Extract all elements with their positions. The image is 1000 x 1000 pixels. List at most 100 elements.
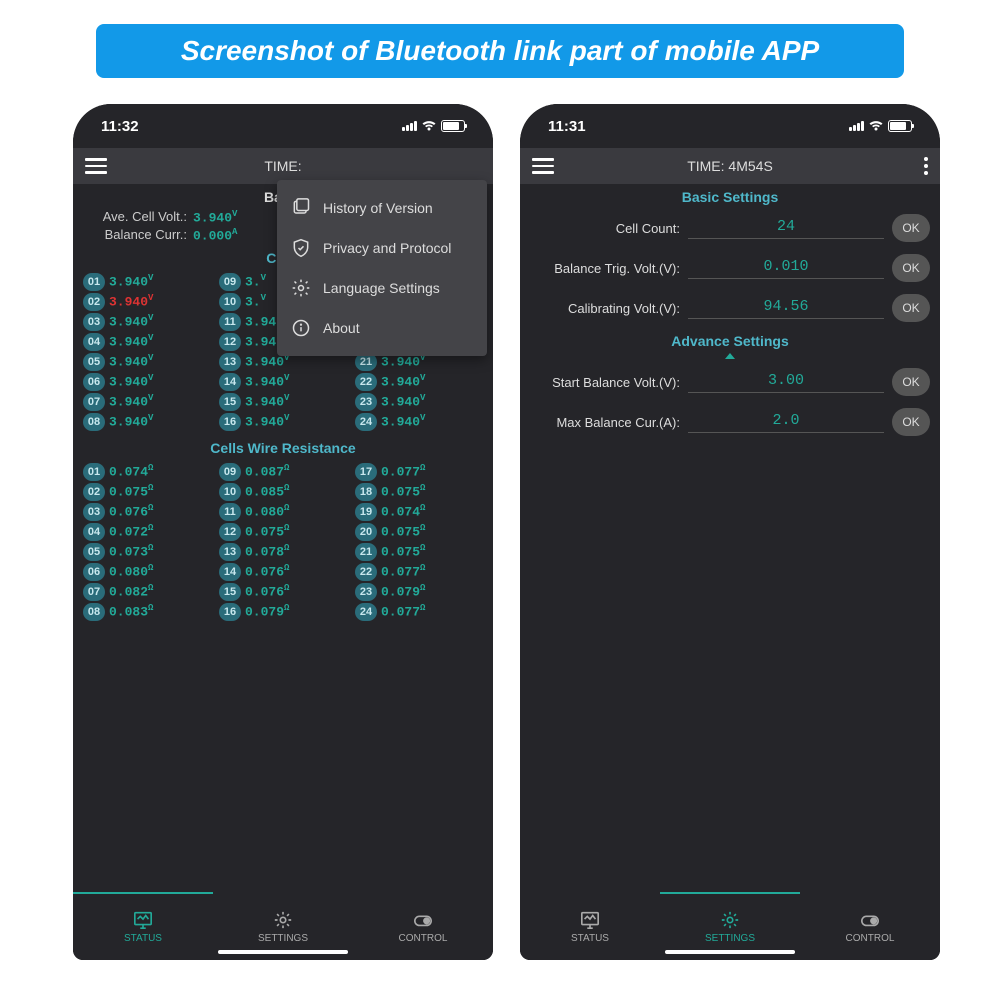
calibrating-volt-label: Calibrating Volt.(V): xyxy=(530,301,680,316)
cell-number-badge: 11 xyxy=(219,313,241,331)
app-header: TIME: 4M54S xyxy=(520,148,940,184)
cell-voltage-item: 243.940V xyxy=(355,413,483,431)
cell-voltage-item: 053.940V xyxy=(83,353,211,371)
menu-icon[interactable] xyxy=(532,158,554,174)
cell-number-badge: 05 xyxy=(83,543,105,561)
settings-icon xyxy=(272,910,294,930)
cell-number-badge: 02 xyxy=(83,483,105,501)
cell-voltage-value: 3.940V xyxy=(245,413,289,429)
max-balance-ok-button[interactable]: OK xyxy=(892,408,930,436)
advance-settings-title[interactable]: Advance Settings xyxy=(520,328,940,352)
chevron-up-icon xyxy=(725,353,735,359)
cell-resistance-value: 0.074Ω xyxy=(109,463,153,479)
cell-count-ok-button[interactable]: OK xyxy=(892,214,930,242)
cell-resistance-item: 230.079Ω xyxy=(355,583,483,601)
cell-number-badge: 19 xyxy=(355,503,377,521)
balance-curr-label: Balance Curr.: xyxy=(83,227,193,243)
cell-resistance-value: 0.077Ω xyxy=(381,463,425,479)
cell-resistance-item: 110.080Ω xyxy=(219,503,347,521)
calibrating-volt-ok-button[interactable]: OK xyxy=(892,294,930,322)
menu-language[interactable]: Language Settings xyxy=(277,268,487,308)
cell-resistance-value: 0.077Ω xyxy=(381,603,425,619)
cell-resistance-item: 040.072Ω xyxy=(83,523,211,541)
nav-status[interactable]: STATUS xyxy=(520,892,660,960)
cell-number-badge: 18 xyxy=(355,483,377,501)
wifi-icon xyxy=(421,120,437,132)
cell-count-input[interactable]: 24 xyxy=(688,218,884,239)
cell-resistance-item: 160.079Ω xyxy=(219,603,347,621)
menu-about[interactable]: About xyxy=(277,308,487,348)
menu-history-label: History of Version xyxy=(323,200,433,216)
cell-number-badge: 14 xyxy=(219,563,241,581)
cell-voltage-value: 3.940V xyxy=(109,273,153,289)
cell-voltage-item: 013.940V xyxy=(83,273,211,291)
nav-status-label: STATUS xyxy=(124,933,162,944)
balance-trig-input[interactable]: 0.010 xyxy=(688,258,884,279)
balance-trig-ok-button[interactable]: OK xyxy=(892,254,930,282)
start-balance-row: Start Balance Volt.(V): 3.00 OK xyxy=(520,362,940,402)
cell-resistance-value: 0.076Ω xyxy=(245,583,289,599)
cell-resistance-item: 060.080Ω xyxy=(83,563,211,581)
home-indicator[interactable] xyxy=(665,950,795,954)
cell-number-badge: 06 xyxy=(83,373,105,391)
app-header: TIME: xyxy=(73,148,493,184)
home-indicator[interactable] xyxy=(218,950,348,954)
cell-number-badge: 15 xyxy=(219,583,241,601)
cell-number-badge: 02 xyxy=(83,293,105,311)
cell-number-badge: 23 xyxy=(355,583,377,601)
menu-history-version[interactable]: History of Version xyxy=(277,188,487,228)
avg-cell-volt-label: Ave. Cell Volt.: xyxy=(83,209,193,225)
start-balance-input[interactable]: 3.00 xyxy=(688,372,884,393)
max-balance-input[interactable]: 2.0 xyxy=(688,412,884,433)
nav-status[interactable]: STATUS xyxy=(73,892,213,960)
nav-control[interactable]: CONTROL xyxy=(353,892,493,960)
cell-resistance-item: 120.075Ω xyxy=(219,523,347,541)
calibrating-volt-input[interactable]: 94.56 xyxy=(688,298,884,319)
cell-resistance-value: 0.074Ω xyxy=(381,503,425,519)
cell-number-badge: 22 xyxy=(355,373,377,391)
dropdown-menu: History of Version Privacy and Protocol … xyxy=(277,180,487,356)
cell-number-badge: 08 xyxy=(83,603,105,621)
cell-voltage-item: 083.940V xyxy=(83,413,211,431)
cell-number-badge: 11 xyxy=(219,503,241,521)
cell-number-badge: 10 xyxy=(219,483,241,501)
settings-icon xyxy=(719,910,741,930)
cell-resistance-item: 020.075Ω xyxy=(83,483,211,501)
cell-voltage-value: 3.940V xyxy=(109,393,153,409)
cell-voltage-value: 3.940V xyxy=(245,373,289,389)
menu-privacy[interactable]: Privacy and Protocol xyxy=(277,228,487,268)
cell-voltage-item: 143.940V xyxy=(219,373,347,391)
cell-number-badge: 12 xyxy=(219,333,241,351)
clock: 11:31 xyxy=(548,118,586,135)
cell-number-badge: 03 xyxy=(83,313,105,331)
cell-number-badge: 17 xyxy=(355,463,377,481)
control-icon xyxy=(412,910,434,930)
header-time-label: TIME: xyxy=(73,158,493,174)
max-balance-row: Max Balance Cur.(A): 2.0 OK xyxy=(520,402,940,442)
cell-resistance-value: 0.075Ω xyxy=(245,523,289,539)
cell-resistance-item: 180.075Ω xyxy=(355,483,483,501)
cell-resistance-value: 0.080Ω xyxy=(109,563,153,579)
cell-resistance-item: 170.077Ω xyxy=(355,463,483,481)
status-icon xyxy=(579,910,601,930)
battery-icon xyxy=(441,120,465,132)
start-balance-ok-button[interactable]: OK xyxy=(892,368,930,396)
cell-voltage-value: 3.940V xyxy=(245,393,289,409)
menu-icon[interactable] xyxy=(85,158,107,174)
status-indicators xyxy=(402,120,465,132)
nav-control[interactable]: CONTROL xyxy=(800,892,940,960)
ios-status-bar: 11:32 xyxy=(73,104,493,148)
signal-icon xyxy=(849,121,864,131)
cell-resistance-item: 080.083Ω xyxy=(83,603,211,621)
cell-resistance-item: 140.076Ω xyxy=(219,563,347,581)
cell-count-label: Cell Count: xyxy=(530,221,680,236)
cell-resistance-value: 0.085Ω xyxy=(245,483,289,499)
balance-curr-value: 0.000A xyxy=(193,227,237,243)
cell-resistance-item: 010.074Ω xyxy=(83,463,211,481)
wifi-icon xyxy=(868,120,884,132)
cell-voltage-item: 023.940V xyxy=(83,293,211,311)
nav-settings-label: SETTINGS xyxy=(705,933,755,944)
more-icon[interactable] xyxy=(924,157,928,175)
cell-voltage-item: 223.940V xyxy=(355,373,483,391)
gear-icon xyxy=(291,278,311,298)
